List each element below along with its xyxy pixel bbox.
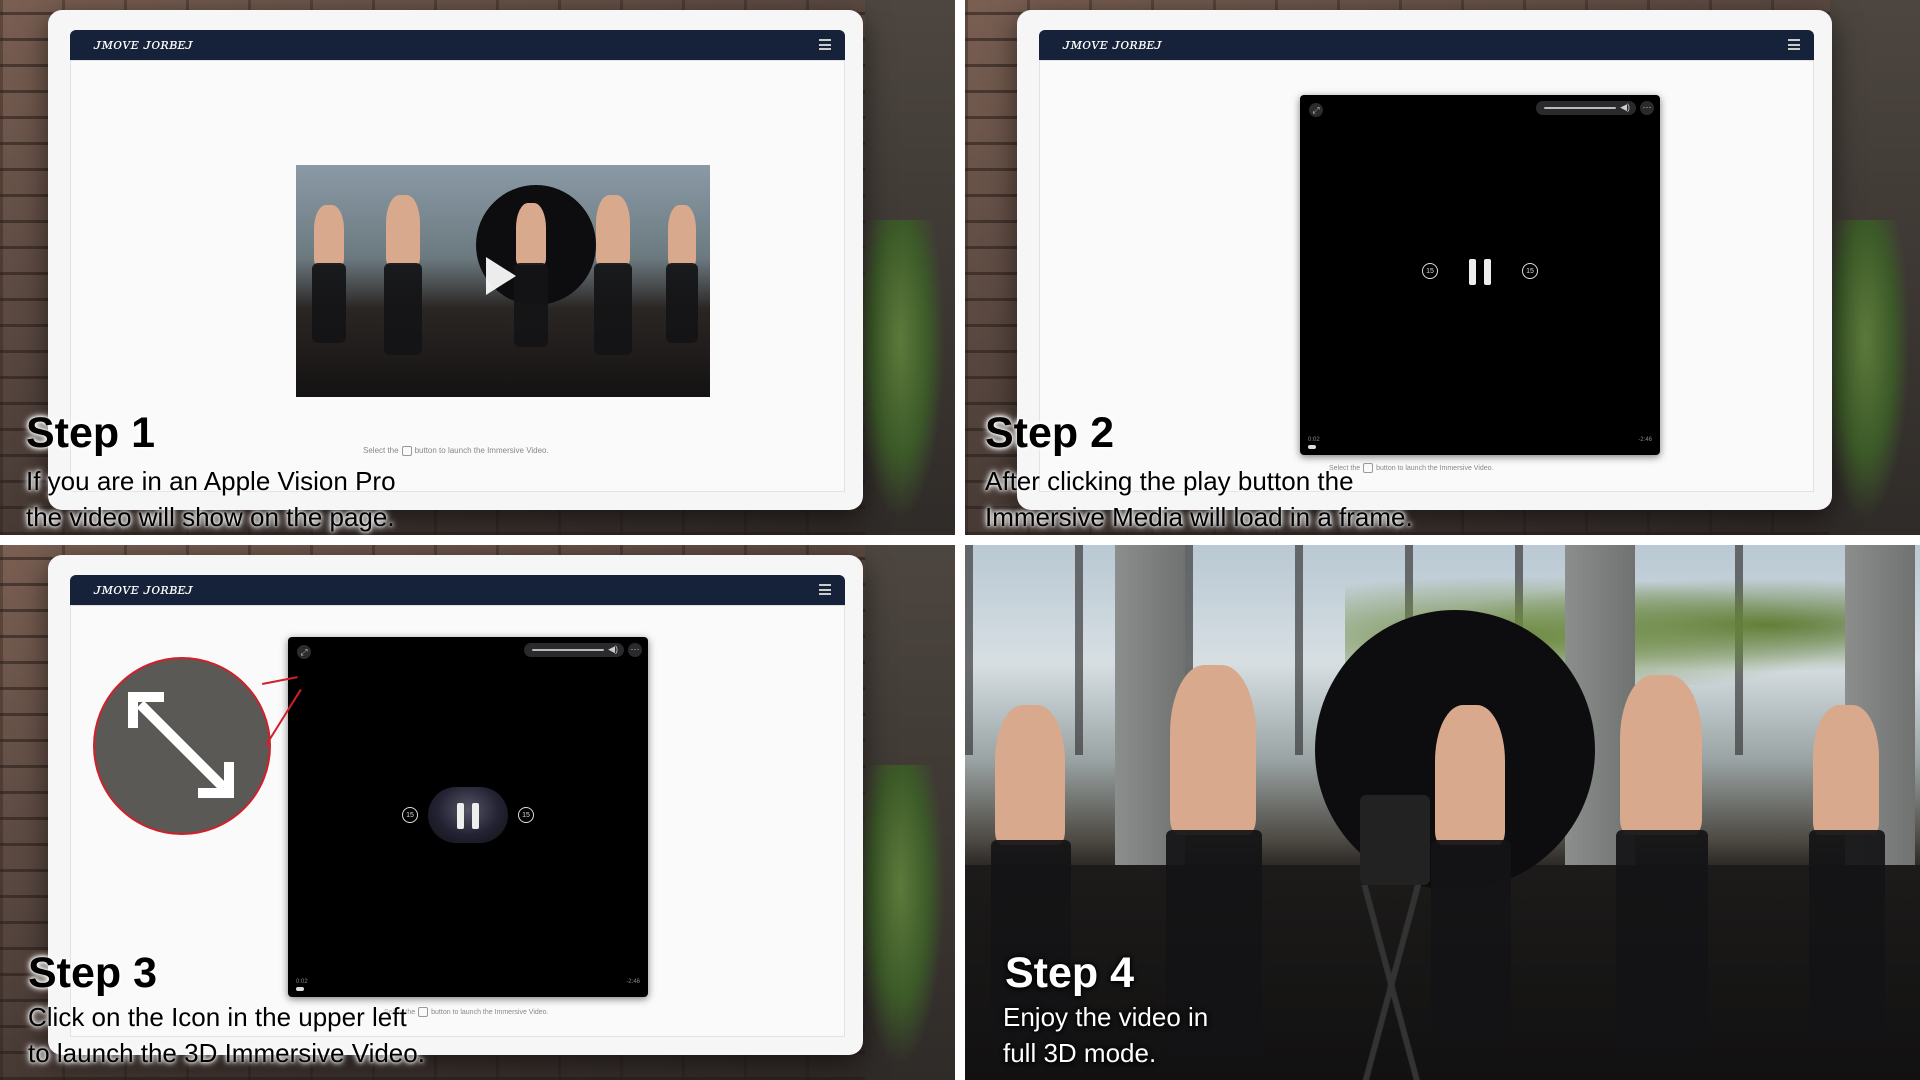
step-title: Step 3 <box>28 949 158 997</box>
expand-icon[interactable]: ⤢ <box>297 645 311 659</box>
immersive-player[interactable]: ⤢ ◀) ··· 15 15 0:02 -2:46 <box>1300 95 1660 455</box>
skip-back-15-icon[interactable]: 15 <box>1422 263 1438 279</box>
immersive-player[interactable]: ⤢ ◀) ··· 15 15 0:02 -2:46 <box>288 637 648 997</box>
step-title: Step 4 <box>1005 949 1135 997</box>
step-description-line: full 3D mode. <box>1003 1038 1157 1068</box>
volume-slider[interactable]: ◀) <box>524 643 624 657</box>
step-4-panel: Step 4 Enjoy the video in full 3D mode. <box>965 545 1920 1080</box>
site-header: ᴊᴍᴏᴠᴇ ᴊᴏʀʙᴇᴊ <box>70 30 845 60</box>
step-description-line: Click on the Icon in the upper left <box>28 1002 407 1032</box>
pause-icon[interactable] <box>457 803 479 829</box>
more-icon[interactable]: ··· <box>1640 101 1654 115</box>
expand-icon[interactable]: ⤢ <box>1309 103 1323 117</box>
site-logo[interactable]: ᴊᴍᴏᴠᴇ ᴊᴏʀʙᴇᴊ <box>1063 35 1162 53</box>
step-title: Step 2 <box>985 409 1115 457</box>
menu-icon[interactable] <box>1788 39 1800 50</box>
launch-hint: Select the button to launch the Immersive… <box>384 1007 549 1017</box>
step-description-line: Enjoy the video in <box>1003 1002 1209 1032</box>
volume-slider[interactable]: ◀) <box>1536 101 1636 115</box>
elapsed-time: 0:02 <box>296 979 308 985</box>
immersive-video-scene <box>965 545 1920 1080</box>
site-logo[interactable]: ᴊᴍᴏᴠᴇ ᴊᴏʀʙᴇᴊ <box>94 35 193 53</box>
elapsed-time: 0:02 <box>1308 437 1320 443</box>
site-header: ᴊᴍᴏᴠᴇ ᴊᴏʀʙᴇᴊ <box>70 575 845 605</box>
step-1-panel: ᴊᴍᴏᴠᴇ ᴊᴏʀʙᴇᴊ Select the button to launch… <box>0 0 955 535</box>
menu-icon[interactable] <box>819 39 831 50</box>
volume-icon[interactable]: ◀) <box>1620 102 1630 113</box>
step-2-panel: ᴊᴍᴏᴠᴇ ᴊᴏʀʙᴇᴊ ⤢ ◀) ··· 15 15 0:02 -2:46 S… <box>965 0 1920 535</box>
step-description-line: the video will show on the page. <box>26 502 395 532</box>
vision-pro-window: ᴊᴍᴏᴠᴇ ᴊᴏʀʙᴇᴊ ⤢ ◀) ··· 15 15 0:02 -2:46 S… <box>1017 10 1832 510</box>
volume-icon[interactable]: ◀) <box>608 644 618 655</box>
expand-icon-zoom-callout <box>93 657 271 835</box>
scrubber-handle[interactable] <box>1308 445 1316 449</box>
site-logo[interactable]: ᴊᴍᴏᴠᴇ ᴊᴏʀʙᴇᴊ <box>94 580 193 598</box>
step-description-line: If you are in an Apple Vision Pro <box>26 466 396 496</box>
step-title: Step 1 <box>26 409 156 457</box>
skip-forward-15-icon[interactable]: 15 <box>518 807 534 823</box>
site-header: ᴊᴍᴏᴠᴇ ᴊᴏʀʙᴇᴊ <box>1039 30 1814 60</box>
video-thumbnail[interactable] <box>296 165 710 397</box>
step-3-panel: ᴊᴍᴏᴠᴇ ᴊᴏʀʙᴇᴊ ⤢ ◀) ··· 15 15 0:02 -2:46 S… <box>0 545 955 1080</box>
step-description-line: to launch the 3D Immersive Video. <box>28 1038 425 1068</box>
more-icon[interactable]: ··· <box>628 643 642 657</box>
remaining-time: -2:46 <box>626 979 640 985</box>
step-description-line: Immersive Media will load in a frame. <box>985 502 1413 532</box>
expand-hint-icon <box>1363 463 1374 473</box>
expand-hint-icon <box>401 446 412 456</box>
expand-hint-icon <box>418 1007 429 1017</box>
pause-icon[interactable] <box>1469 259 1491 285</box>
vr-camera <box>1360 795 1430 885</box>
skip-forward-15-icon[interactable]: 15 <box>1522 263 1538 279</box>
remaining-time: -2:46 <box>1638 437 1652 443</box>
skip-back-15-icon[interactable]: 15 <box>402 807 418 823</box>
launch-hint: Select the button to launch the Immersive… <box>363 446 549 456</box>
step-description-line: After clicking the play button the <box>985 466 1354 496</box>
menu-icon[interactable] <box>819 584 831 595</box>
expand-arrow-icon <box>128 692 164 728</box>
scrubber-handle[interactable] <box>296 987 304 991</box>
vision-pro-window: ᴊᴍᴏᴠᴇ ᴊᴏʀʙᴇᴊ Select the button to launch… <box>48 10 863 510</box>
play-icon[interactable] <box>486 257 516 295</box>
